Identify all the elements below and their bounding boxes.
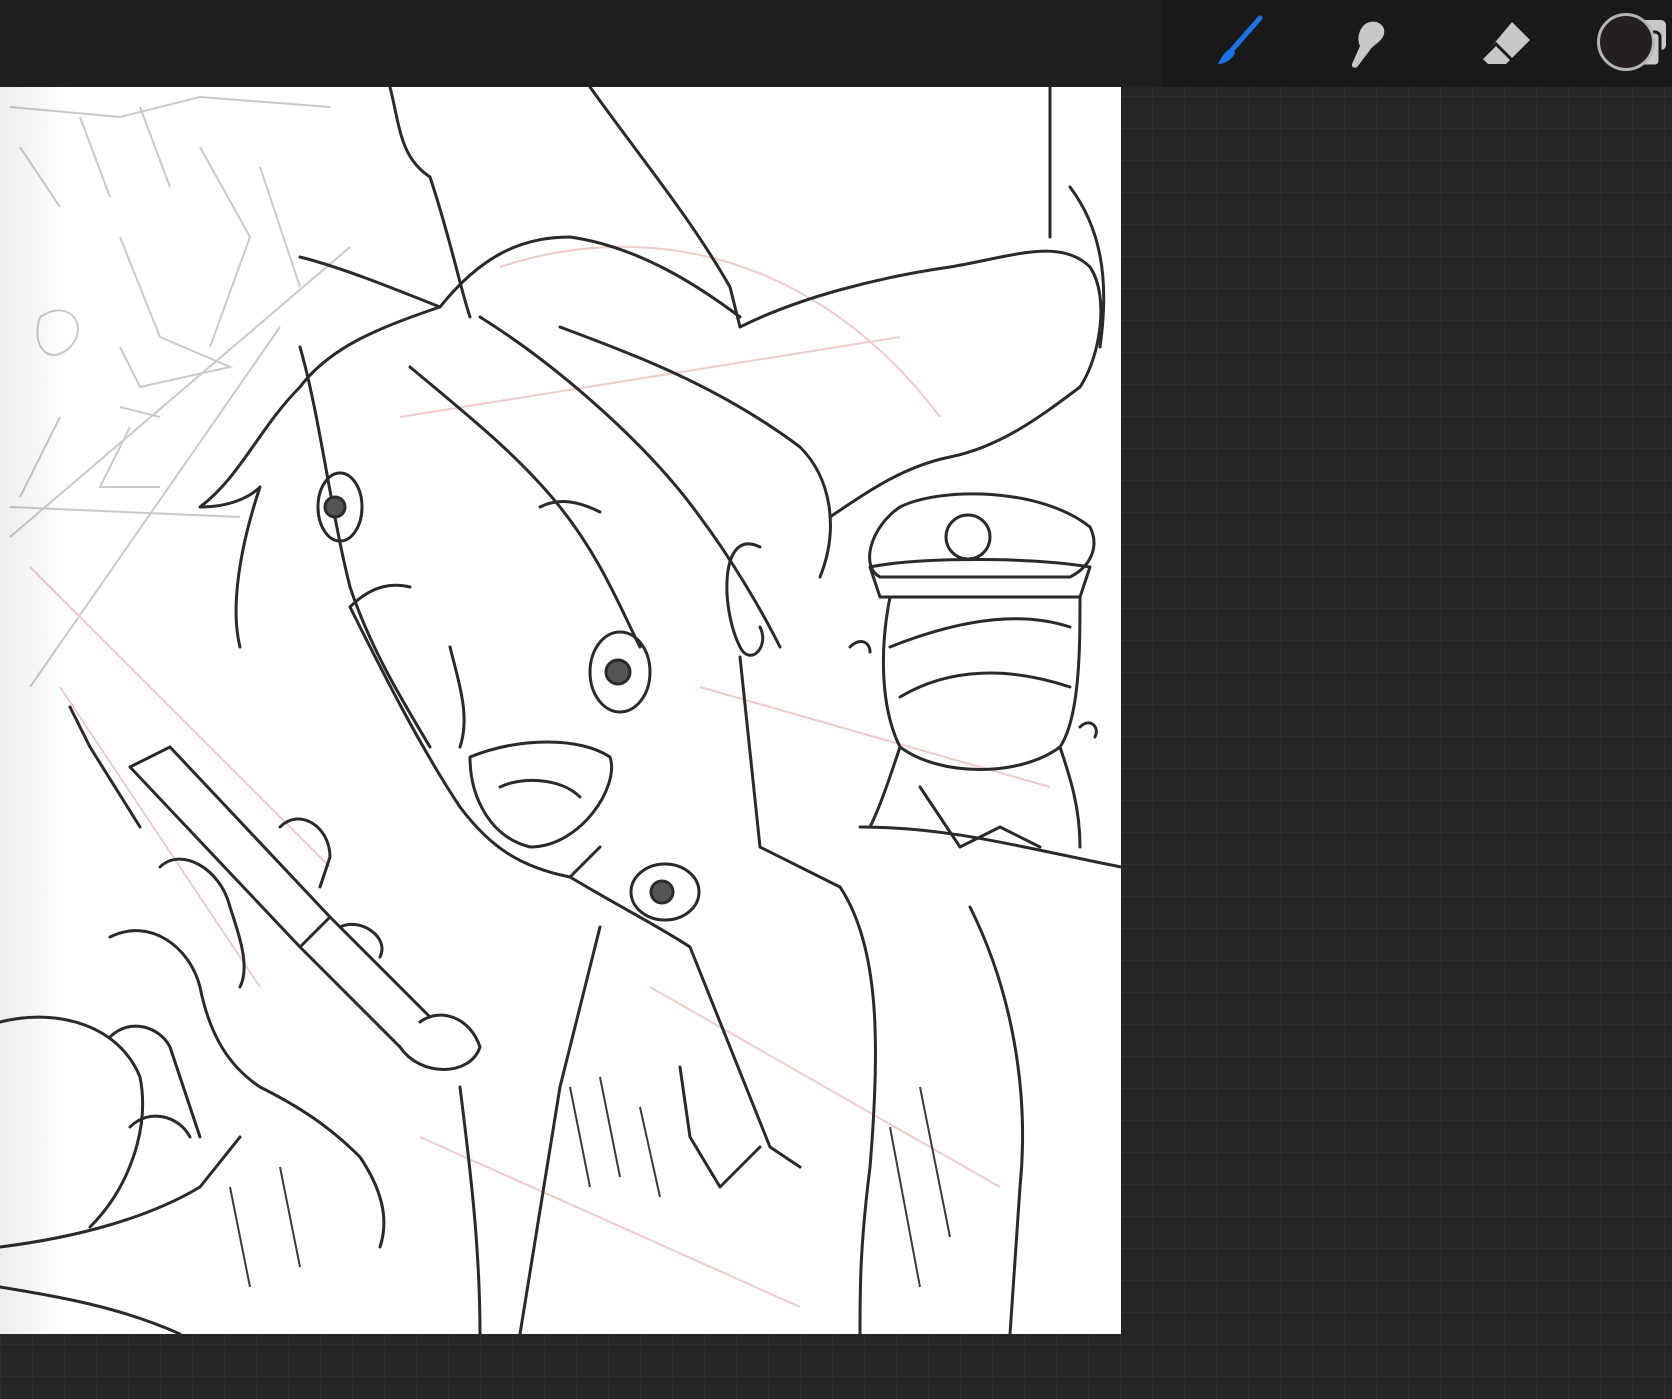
drawing-canvas[interactable]: [0, 87, 1121, 1334]
eraser-icon: [1480, 22, 1530, 64]
construction-lines: [29, 245, 1051, 1308]
tool-panel: [1162, 0, 1672, 87]
hatching: [229, 1076, 951, 1288]
smudge-icon: [1351, 21, 1385, 68]
smudge-tool-button[interactable]: [1334, 12, 1398, 76]
brush-icon: [1218, 15, 1263, 64]
sketch-artwork: [0, 87, 1121, 1334]
brush-tool-button[interactable]: [1202, 12, 1266, 76]
eraser-tool-button[interactable]: [1474, 12, 1538, 76]
canvas-edge-shadow: [0, 87, 70, 1334]
color-swatch-button[interactable]: [1597, 13, 1655, 71]
line-art: [0, 87, 1121, 1334]
